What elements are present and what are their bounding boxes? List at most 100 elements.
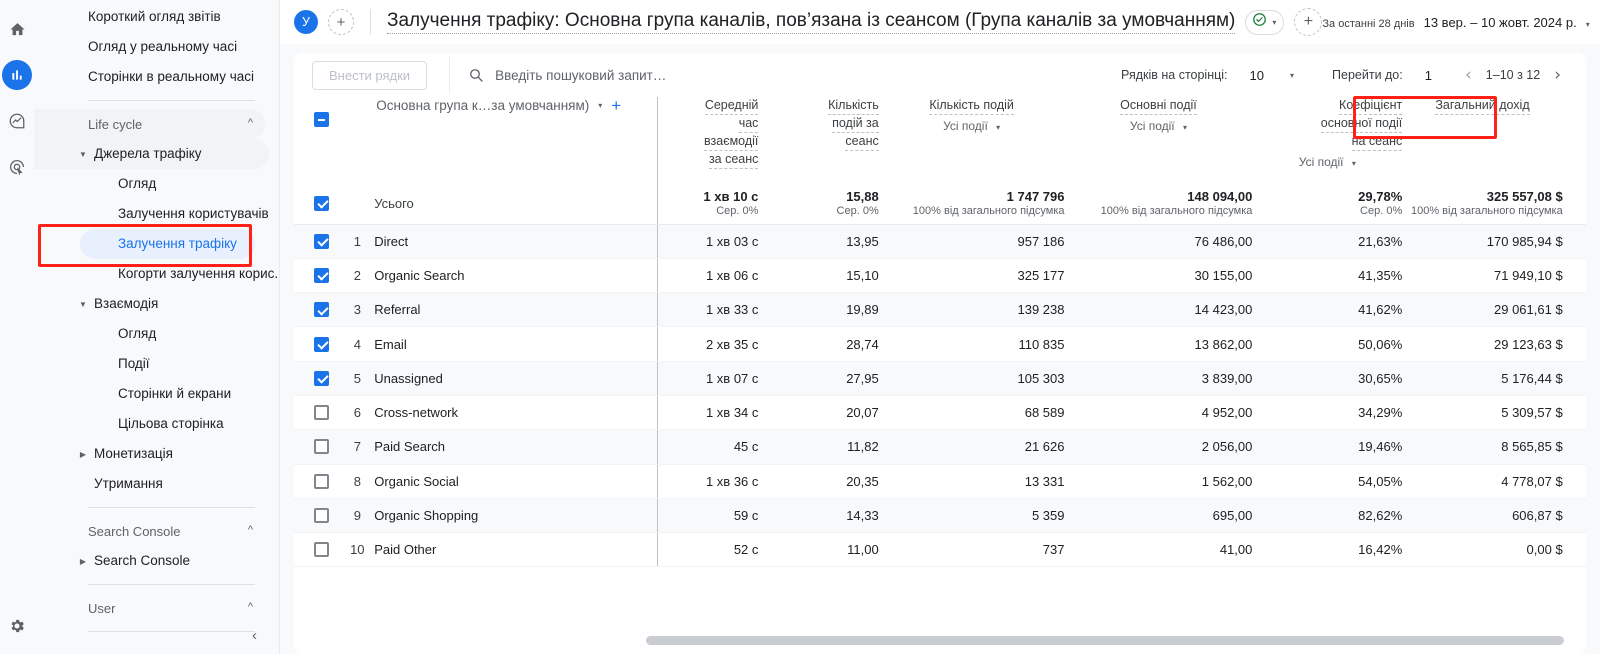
- explore-icon[interactable]: [2, 106, 32, 136]
- search-input[interactable]: [495, 67, 1122, 83]
- column-header-key-events[interactable]: Основні події Усі події ▾: [1065, 97, 1253, 183]
- row-value-key-event-rate: 54,05%: [1252, 464, 1403, 499]
- table-scroll-area[interactable]: Основна група к…за умовчанням) ▾ + Серед…: [294, 97, 1586, 654]
- row-checkbox[interactable]: [314, 195, 329, 211]
- row-dimension-name[interactable]: Paid Other: [374, 532, 658, 568]
- dimension-selector[interactable]: Основна група к…за умовчанням) ▾ +: [374, 97, 657, 114]
- row-checkbox[interactable]: [314, 370, 329, 386]
- sidebar-item-traffic-sources[interactable]: ▼ Джерела трафіку: [34, 139, 269, 169]
- sidebar-item-user-acquisition-cohorts[interactable]: Когорти залучення корис...: [34, 259, 279, 289]
- row-checkbox[interactable]: [314, 233, 329, 249]
- go-to-value[interactable]: 1: [1425, 68, 1432, 83]
- sidebar-item-reports-snapshot[interactable]: Короткий огляд звітів: [34, 2, 269, 32]
- date-range-label: За останні 28 днів: [1322, 17, 1415, 30]
- sidebar-item-landing-page[interactable]: Цільова сторінка: [34, 409, 269, 439]
- sidebar-item-events[interactable]: Події: [34, 349, 269, 379]
- row-dimension-name[interactable]: Direct: [374, 224, 658, 259]
- row-dimension-name[interactable]: Organic Search: [374, 258, 658, 294]
- sidebar-item-engagement[interactable]: ▼ Взаємодія: [34, 289, 269, 319]
- avatar[interactable]: У: [294, 10, 318, 34]
- total-label: Усього: [374, 183, 658, 225]
- total-value-events-per-session: 15,88 Сер. 0%: [758, 183, 879, 225]
- insert-rows-button[interactable]: Внести рядки: [312, 60, 428, 90]
- reports-bar-chart-icon[interactable]: [2, 60, 32, 90]
- table-row[interactable]: 9 Organic Shopping 59 с 14,33 5 359 695,00 82,…: [294, 498, 1586, 534]
- previous-page-button[interactable]: ‹: [1462, 66, 1475, 84]
- column-header-key-event-rate[interactable]: Коефіцієнт основної події на сеанс Усі п…: [1252, 97, 1403, 183]
- add-dimension-button[interactable]: +: [611, 97, 621, 114]
- row-dimension-name[interactable]: Paid Search: [374, 429, 658, 465]
- row-dimension-name[interactable]: Email: [374, 326, 658, 362]
- row-checkbox[interactable]: [314, 267, 329, 283]
- next-page-button[interactable]: ›: [1551, 66, 1564, 84]
- sidebar-item-label: Залучення користувачів: [118, 206, 269, 222]
- horizontal-scrollbar-thumb[interactable]: [646, 636, 1564, 645]
- row-checkbox[interactable]: [314, 542, 329, 558]
- metric-sub-label: Усі події: [1129, 119, 1175, 133]
- table-row[interactable]: 4 Email 2 хв 35 с 28,74 110 835 13 862,00 50,0…: [294, 326, 1586, 362]
- status-chip[interactable]: ▾: [1245, 9, 1285, 35]
- metric-subselector[interactable]: Усі події ▾: [1252, 154, 1402, 172]
- row-checkbox[interactable]: [314, 405, 329, 421]
- row-dimension-name[interactable]: Referral: [374, 292, 658, 328]
- index-header-cell: [340, 97, 374, 183]
- sidebar-item-overview[interactable]: Огляд: [34, 169, 269, 199]
- row-dimension-name[interactable]: Organic Shopping: [374, 498, 658, 534]
- page-title[interactable]: Залучення трафіку: Основна група каналів…: [387, 10, 1236, 35]
- column-header-event-count[interactable]: Кількість подій Усі події ▾: [879, 97, 1065, 183]
- metric-line: на сеанс: [1351, 133, 1403, 151]
- row-dimension-name[interactable]: Unassigned: [374, 361, 658, 396]
- column-header-avg-engagement-time[interactable]: Середній час взаємодії за сеанс: [657, 97, 759, 183]
- sidebar-item-engagement-overview[interactable]: Огляд: [34, 319, 269, 349]
- sidebar-item-user-acquisition[interactable]: Залучення користувачів: [34, 199, 269, 229]
- home-icon[interactable]: [2, 14, 32, 44]
- total-value-total-revenue: 325 557,08 $ 100% від загального підсумк…: [1402, 183, 1563, 225]
- sidebar-item-realtime-overview[interactable]: Огляд у реальному часі: [34, 32, 269, 62]
- chevron-down-icon[interactable]: ▾: [1290, 71, 1294, 80]
- sidebar-item-monetization[interactable]: ▶ Монетизація: [34, 439, 269, 469]
- row-index: 3: [340, 292, 375, 328]
- chevron-down-icon[interactable]: ▾: [598, 101, 602, 110]
- search-box[interactable]: [468, 67, 1122, 83]
- date-range-picker[interactable]: За останні 28 днів 13 вер. – 10 жовт. 20…: [1322, 15, 1589, 30]
- metric-subselector[interactable]: Усі події ▾: [879, 118, 1065, 136]
- row-checkbox[interactable]: [314, 336, 329, 352]
- table-row[interactable]: 8 Organic Social 1 хв 36 с 20,35 13 331 1 562…: [294, 464, 1586, 499]
- row-checkbox[interactable]: [314, 439, 329, 455]
- row-value: 1 хв 36 с: [705, 473, 759, 489]
- sidebar-group-user[interactable]: User ^: [34, 593, 265, 623]
- sidebar-item-pages-and-screens[interactable]: Сторінки й екрани: [34, 379, 269, 409]
- row-checkbox[interactable]: [314, 302, 329, 318]
- advertising-icon[interactable]: [2, 152, 32, 182]
- row-checkbox[interactable]: [314, 508, 329, 524]
- metric-subselector[interactable]: Усі події ▾: [1065, 118, 1253, 136]
- add-comparison-button[interactable]: +: [328, 9, 354, 35]
- table-row[interactable]: 1 Direct 1 хв 03 с 13,95 957 186 76 486,00 21,…: [294, 224, 1586, 259]
- sidebar-item-retention[interactable]: Утримання: [34, 469, 269, 499]
- sidebar-item-realtime-pages[interactable]: Сторінки в реальному часі: [34, 62, 269, 92]
- column-header-events-per-session[interactable]: Кількість подій за сеанс: [758, 97, 879, 183]
- table-vertical-divider: [657, 224, 659, 258]
- table-row[interactable]: 2 Organic Search 1 хв 06 с 15,10 325 177 30 1…: [294, 258, 1586, 294]
- row-value: 2 хв 35 с: [705, 336, 759, 352]
- table-row[interactable]: 10 Paid Other 52 с 11,00 737 41,00 16,42% 0,00 …: [294, 532, 1586, 568]
- column-header-total-revenue[interactable]: Загальний дохід: [1402, 97, 1562, 183]
- row-dimension-name[interactable]: Cross-network: [374, 395, 658, 431]
- row-checkbox[interactable]: [314, 473, 329, 489]
- sidebar-group-life-cycle[interactable]: Life cycle ^: [34, 109, 265, 139]
- select-all-checkbox[interactable]: [314, 112, 329, 127]
- settings-gear-icon[interactable]: [8, 617, 26, 640]
- table-row[interactable]: 6 Cross-network 1 хв 34 с 20,07 68 589 4 952,…: [294, 395, 1586, 431]
- rows-per-page-value[interactable]: 10: [1250, 68, 1264, 83]
- add-segment-button[interactable]: +: [1294, 8, 1323, 36]
- table-vertical-divider: [657, 361, 659, 395]
- collapse-sidebar-button[interactable]: ‹: [252, 627, 257, 644]
- row-dimension-name[interactable]: Organic Social: [374, 464, 658, 499]
- table-row[interactable]: 3 Referral 1 хв 33 с 19,89 139 238 14 423,00 4…: [294, 292, 1586, 328]
- table-row[interactable]: 5 Unassigned 1 хв 07 с 27,95 105 303 3 839,00…: [294, 361, 1586, 396]
- sidebar-group-search-console[interactable]: Search Console ^: [34, 516, 265, 546]
- sidebar-item-traffic-acquisition[interactable]: Залучення трафіку: [80, 229, 255, 259]
- horizontal-scrollbar[interactable]: [646, 636, 1564, 645]
- sidebar-item-search-console[interactable]: ▶ Search Console: [34, 546, 269, 576]
- table-row[interactable]: 7 Paid Search 45 с 11,82 21 626 2 056,00 19,46…: [294, 429, 1586, 465]
